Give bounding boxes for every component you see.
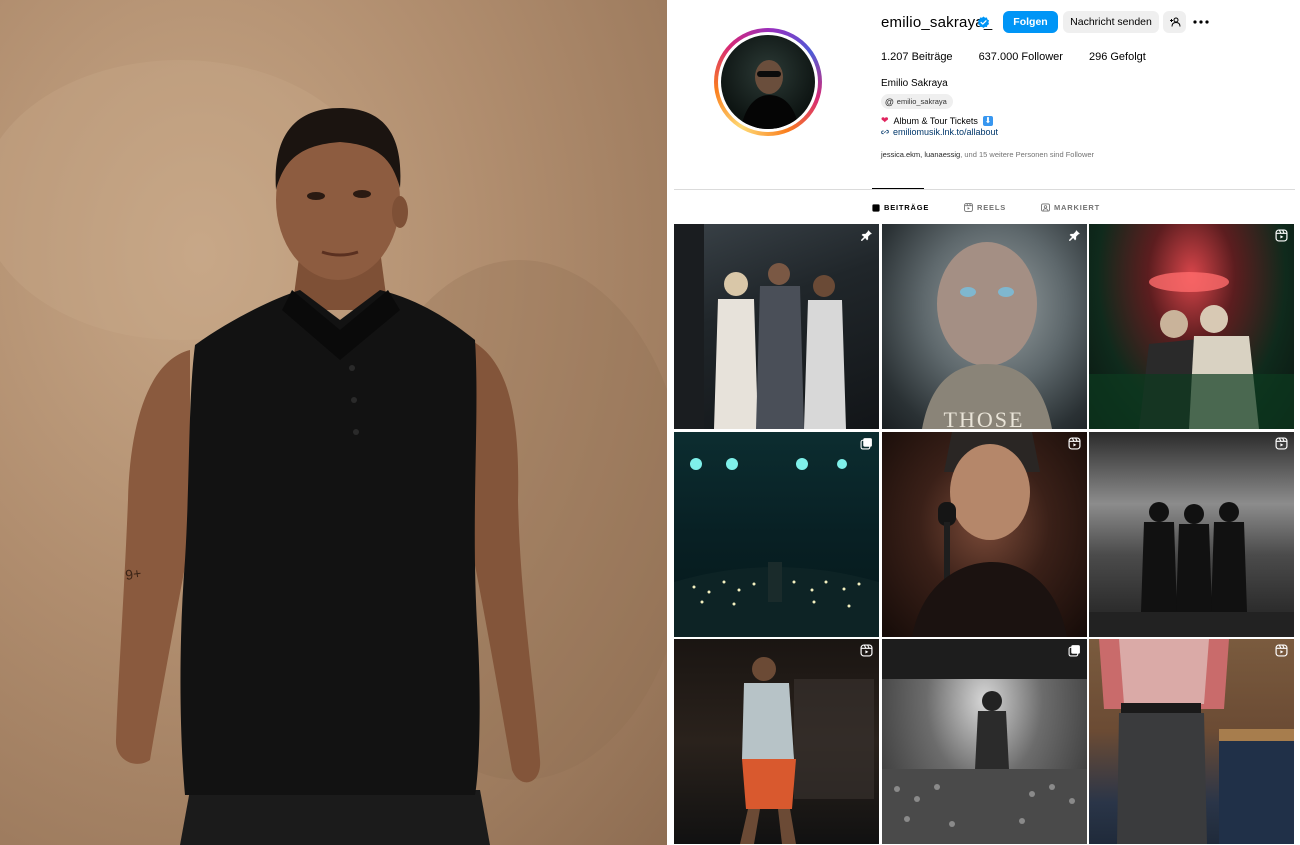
bio-link[interactable]: emiliomusik.lnk.to/allabout	[881, 127, 998, 137]
tab-reels[interactable]: REELS	[964, 203, 1006, 212]
tab-reels-label: REELS	[977, 203, 1007, 212]
portrait-photo: 9+	[0, 0, 667, 845]
suggest-users-button[interactable]	[1163, 11, 1186, 33]
tab-posts[interactable]: BEITRÄGE	[872, 203, 929, 212]
full-name: Emilio Sakraya	[881, 78, 948, 89]
reel-icon	[1275, 644, 1288, 657]
more-icon	[1193, 20, 1209, 24]
tab-tagged[interactable]: MARKIERT	[1041, 203, 1100, 212]
post-tile[interactable]	[881, 639, 1087, 844]
post-tile[interactable]	[674, 431, 879, 637]
profile-stats: 1.207 Beiträge 637.000 Follower 296 Gefo…	[881, 51, 1146, 63]
tab-posts-label: BEITRÄGE	[884, 203, 930, 212]
post-overlay-text: THOSE	[943, 407, 1025, 429]
post-tile[interactable]: THOSE	[881, 224, 1087, 429]
bio-text: Album & Tour Tickets	[893, 115, 978, 126]
threads-icon: @	[885, 96, 894, 107]
bio-link-text[interactable]: emiliomusik.lnk.to/allabout	[893, 127, 998, 137]
carousel-icon	[1068, 645, 1080, 657]
followed-by-names: jessica.ekm, luanaessig	[881, 150, 961, 159]
svg-text:9+: 9+	[124, 565, 142, 583]
carousel-icon	[860, 437, 872, 449]
threads-handle: emilio_sakraya	[896, 97, 947, 106]
post-tile[interactable]	[1089, 639, 1294, 844]
verified-badge-icon	[977, 16, 990, 29]
reel-icon	[860, 644, 873, 657]
post-tile[interactable]	[674, 224, 879, 429]
post-tile[interactable]	[881, 431, 1087, 637]
avatar[interactable]	[721, 35, 815, 129]
username: emilio_sakraya_	[881, 14, 993, 31]
bio-line: ❤ Album & Tour Tickets ⬇	[881, 115, 993, 126]
link-icon	[881, 129, 889, 135]
pin-icon	[1068, 230, 1080, 241]
threads-link[interactable]: @ emilio_sakraya	[881, 94, 953, 109]
followers-count[interactable]: 637.000 Follower	[979, 51, 1063, 63]
tab-tagged-label: MARKIERT	[1054, 203, 1100, 212]
post-tile[interactable]	[1089, 431, 1294, 637]
add-user-icon	[1169, 17, 1180, 27]
pin-icon	[861, 230, 872, 241]
post-tile[interactable]	[674, 639, 879, 844]
posts-grid: THOSE	[674, 224, 1294, 844]
download-icon: ⬇	[982, 115, 993, 126]
tabs-divider	[674, 189, 1295, 190]
followed-by[interactable]: jessica.ekm, luanaessig, und 15 weitere …	[881, 150, 1094, 159]
active-tab-indicator	[872, 188, 924, 189]
story-ring[interactable]	[714, 28, 822, 136]
reel-icon	[1275, 436, 1288, 450]
followed-by-rest: , und 15 weitere Personen sind Follower	[960, 150, 1095, 159]
reel-icon	[1067, 436, 1081, 450]
heart-icon: ❤	[881, 115, 889, 125]
reels-icon	[964, 203, 973, 212]
more-options-button[interactable]	[1190, 11, 1212, 33]
follow-button[interactable]: Folgen	[1003, 11, 1058, 33]
reel-icon	[1275, 229, 1288, 242]
send-message-button[interactable]: Nachricht senden	[1063, 11, 1159, 33]
portrait-illustration: 9+	[0, 60, 667, 845]
tagged-icon	[1041, 203, 1050, 212]
following-count[interactable]: 296 Gefolgt	[1089, 51, 1146, 63]
instagram-profile: emilio_sakraya_ Folgen Nachricht senden …	[667, 0, 1300, 845]
posts-count: 1.207 Beiträge	[881, 51, 953, 63]
grid-icon	[872, 203, 880, 212]
post-tile[interactable]	[1089, 224, 1294, 429]
